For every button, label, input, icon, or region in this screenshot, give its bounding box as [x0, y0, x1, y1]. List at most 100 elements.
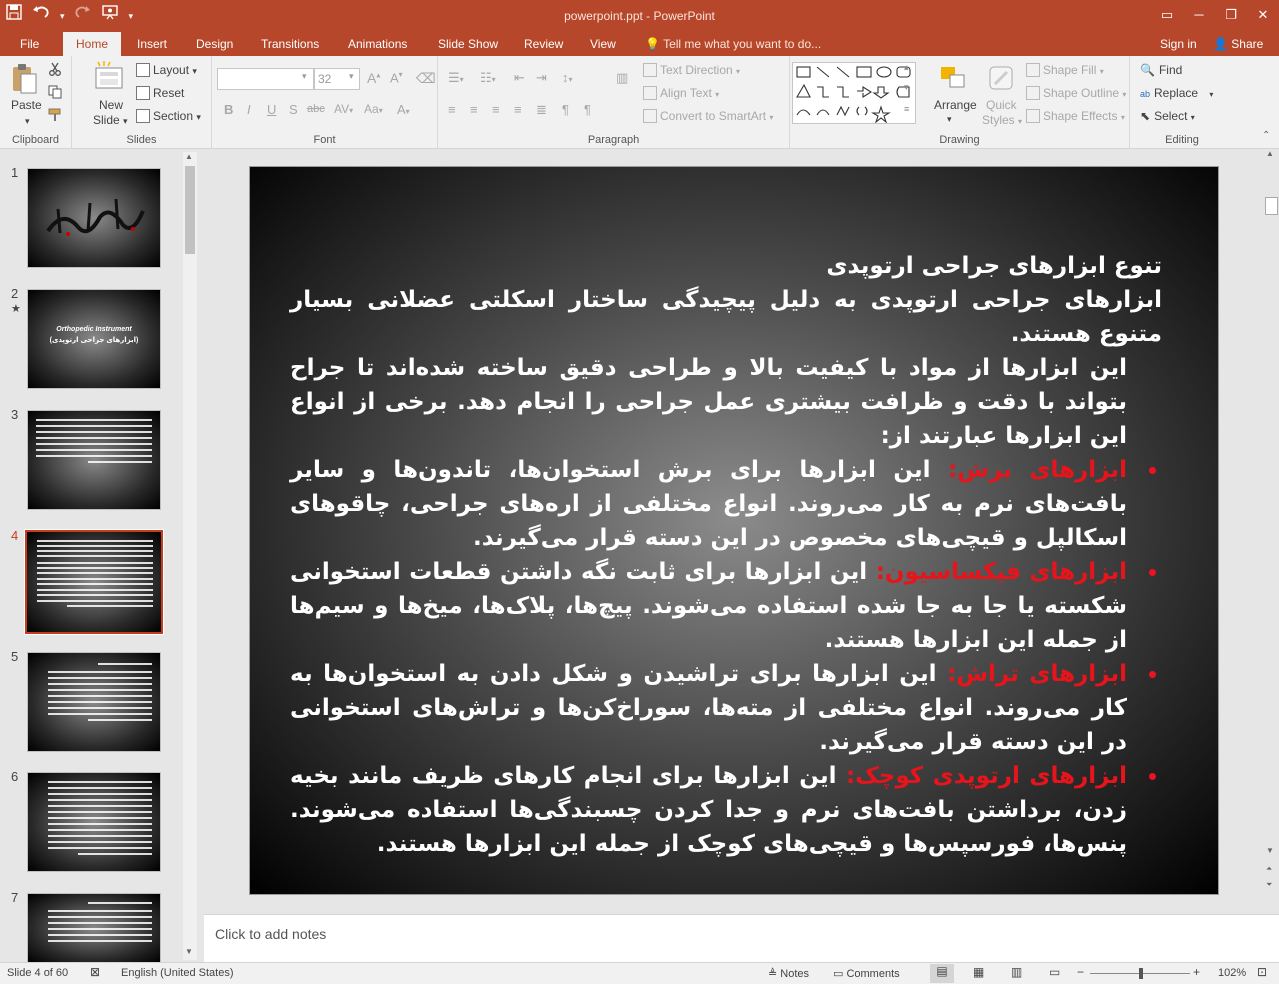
- tell-me-box[interactable]: 💡 Tell me what you want to do...: [645, 32, 821, 56]
- slide-thumbnail-7[interactable]: [27, 893, 161, 963]
- paste-dropdown-icon[interactable]: ▾: [25, 116, 30, 127]
- rtl-icon[interactable]: ¶: [584, 102, 591, 117]
- thumbnail-scroll-thumb[interactable]: [185, 166, 195, 254]
- tab-design[interactable]: Design: [189, 32, 240, 56]
- ribbon-options-icon[interactable]: ▭: [1151, 0, 1183, 32]
- align-center-icon[interactable]: ≡: [470, 102, 478, 117]
- select-button[interactable]: ⬉ Select ▾: [1140, 109, 1195, 123]
- share-button[interactable]: 👤 Share: [1213, 32, 1263, 56]
- underline-icon[interactable]: U: [267, 102, 276, 117]
- copy-icon[interactable]: [48, 85, 62, 102]
- shadow-icon[interactable]: S: [289, 102, 298, 117]
- align-left-icon[interactable]: ≡: [448, 102, 456, 117]
- tab-file[interactable]: File: [13, 32, 46, 56]
- justify-icon[interactable]: ≡: [514, 102, 522, 117]
- bullet-item[interactable]: ابزارهای برش: این ابزارها برای برش استخو…: [290, 453, 1162, 555]
- align-right-icon[interactable]: ≡: [492, 102, 500, 117]
- arrange-dropdown-icon[interactable]: ▾: [947, 114, 952, 125]
- slide-thumbnail-4[interactable]: [24, 529, 164, 635]
- next-slide-icon[interactable]: ⏷: [1266, 880, 1272, 890]
- character-spacing-icon[interactable]: AV▾: [334, 102, 353, 116]
- arrange-icon[interactable]: [938, 64, 968, 94]
- scroll-down-icon[interactable]: ▼: [185, 947, 193, 956]
- strikethrough-icon[interactable]: abc: [307, 103, 325, 115]
- thumbnail-scrollbar[interactable]: ▲ ▼: [183, 152, 197, 960]
- paste-icon[interactable]: [10, 62, 40, 94]
- collapse-ribbon-icon[interactable]: ⌃: [1262, 130, 1270, 141]
- shape-outline-button[interactable]: Shape Outline ▾: [1026, 86, 1126, 100]
- quick-styles-icon[interactable]: [987, 64, 1017, 94]
- slide-scrollbar[interactable]: ▲ ▼ ⏶ ⏷: [1263, 149, 1279, 914]
- tab-animations[interactable]: Animations: [341, 32, 414, 56]
- columns-icon[interactable]: ▥: [616, 70, 628, 86]
- shapes-gallery[interactable]: [792, 62, 916, 124]
- tab-transitions[interactable]: Transitions: [254, 32, 326, 56]
- shapes-more-icon[interactable]: ≡: [904, 104, 909, 114]
- find-button[interactable]: 🔍 Find: [1140, 63, 1182, 77]
- tab-review[interactable]: Review: [517, 32, 570, 56]
- italic-icon[interactable]: I: [247, 102, 251, 117]
- shapes-scroll-down-icon[interactable]: ▾: [904, 82, 909, 93]
- quick-styles-label-2[interactable]: Styles ▾: [982, 113, 1022, 127]
- shapes-scroll-up-icon[interactable]: ▴: [904, 62, 909, 73]
- decrease-indent-icon[interactable]: ⇤: [514, 70, 525, 86]
- bold-icon[interactable]: B: [224, 102, 233, 117]
- increase-font-icon[interactable]: A▴: [367, 70, 380, 86]
- tab-slide-show[interactable]: Slide Show: [431, 32, 505, 56]
- spell-check-icon[interactable]: ⊠: [90, 965, 100, 979]
- tab-insert[interactable]: Insert: [130, 32, 174, 56]
- comments-toggle[interactable]: ▭ Comments: [833, 967, 900, 980]
- clear-formatting-icon[interactable]: ⌫: [416, 70, 436, 87]
- bullet-item[interactable]: ابزارهای فیکساسیون: این ابزارها برای ثاب…: [290, 555, 1162, 657]
- smartart-button[interactable]: Convert to SmartArt ▾: [643, 109, 773, 123]
- slide-scroll-thumb[interactable]: [1265, 197, 1278, 215]
- numbering-icon[interactable]: ☷▾: [480, 70, 496, 86]
- zoom-out-icon[interactable]: −: [1077, 965, 1084, 979]
- change-case-icon[interactable]: Aa▾: [364, 102, 383, 116]
- tab-home[interactable]: Home: [63, 32, 121, 57]
- align-text-button[interactable]: Align Text ▾: [643, 86, 719, 100]
- cut-icon[interactable]: [48, 62, 62, 79]
- font-name-dropdown-icon[interactable]: ▾: [302, 71, 307, 82]
- reading-view-icon[interactable]: ▥: [1011, 965, 1022, 979]
- quick-styles-label[interactable]: Quick: [986, 98, 1017, 112]
- zoom-level[interactable]: 102%: [1218, 967, 1246, 979]
- slide-thumbnail-6[interactable]: [27, 772, 161, 872]
- current-slide[interactable]: تنوع ابزارهای جراحی ارتوپدی ابزارهای جرا…: [249, 166, 1219, 895]
- scroll-up-icon[interactable]: ▲: [1266, 149, 1274, 158]
- slide-thumbnail-3[interactable]: [27, 410, 161, 510]
- tab-view[interactable]: View: [583, 32, 623, 56]
- increase-indent-icon[interactable]: ⇥: [536, 70, 547, 86]
- scroll-down-icon[interactable]: ▼: [1266, 846, 1274, 855]
- slide-thumbnail-2[interactable]: Orthopedic Instrument (ابزارهای جراحی ار…: [27, 289, 161, 389]
- format-painter-icon[interactable]: [48, 108, 62, 125]
- slide-intro-2[interactable]: این ابزارها از مواد با کیفیت بالا و طراح…: [290, 351, 1162, 453]
- font-name-input[interactable]: [217, 68, 314, 90]
- slide-thumbnail-1[interactable]: [27, 168, 161, 268]
- text-direction-button[interactable]: Text Direction ▾: [643, 63, 740, 77]
- slide-sorter-icon[interactable]: ▦: [973, 965, 984, 979]
- fit-to-window-icon[interactable]: ⊡: [1257, 965, 1267, 979]
- slide-intro[interactable]: ابزارهای جراحی ارتوپدی به دلیل پیچیدگی س…: [290, 283, 1162, 351]
- bullet-item[interactable]: ابزارهای تراش: این ابزارها برای تراشیدن …: [290, 657, 1162, 759]
- close-icon[interactable]: ✕: [1247, 0, 1279, 32]
- previous-slide-icon[interactable]: ⏶: [1266, 864, 1272, 874]
- line-spacing-icon[interactable]: ↕▾: [562, 70, 573, 85]
- slide-heading[interactable]: تنوع ابزارهای جراحی ارتوپدی: [290, 249, 1162, 283]
- shape-fill-button[interactable]: Shape Fill ▾: [1026, 63, 1104, 77]
- new-slide-icon[interactable]: [94, 60, 124, 90]
- font-color-icon[interactable]: A▾: [397, 102, 410, 117]
- zoom-slider-thumb[interactable]: [1139, 968, 1143, 979]
- normal-view-icon[interactable]: ▤: [930, 964, 954, 983]
- bullet-item[interactable]: ابزارهای ارتوپدی کوچک: این ابزارها برای …: [290, 759, 1162, 861]
- ltr-icon[interactable]: ¶: [562, 102, 569, 117]
- decrease-font-icon[interactable]: A▾: [390, 70, 403, 85]
- bullets-icon[interactable]: ☰▾: [448, 70, 464, 86]
- sign-in-link[interactable]: Sign in: [1160, 32, 1197, 56]
- slide-thumbnail-5[interactable]: [27, 652, 161, 752]
- restore-icon[interactable]: ❐: [1215, 0, 1247, 32]
- new-slide-label-2[interactable]: Slide ▾: [93, 113, 128, 127]
- replace-button[interactable]: ab Replace ▾: [1140, 86, 1213, 100]
- notes-pane[interactable]: Click to add notes: [204, 914, 1279, 962]
- layout-button[interactable]: Layout ▾: [136, 63, 197, 77]
